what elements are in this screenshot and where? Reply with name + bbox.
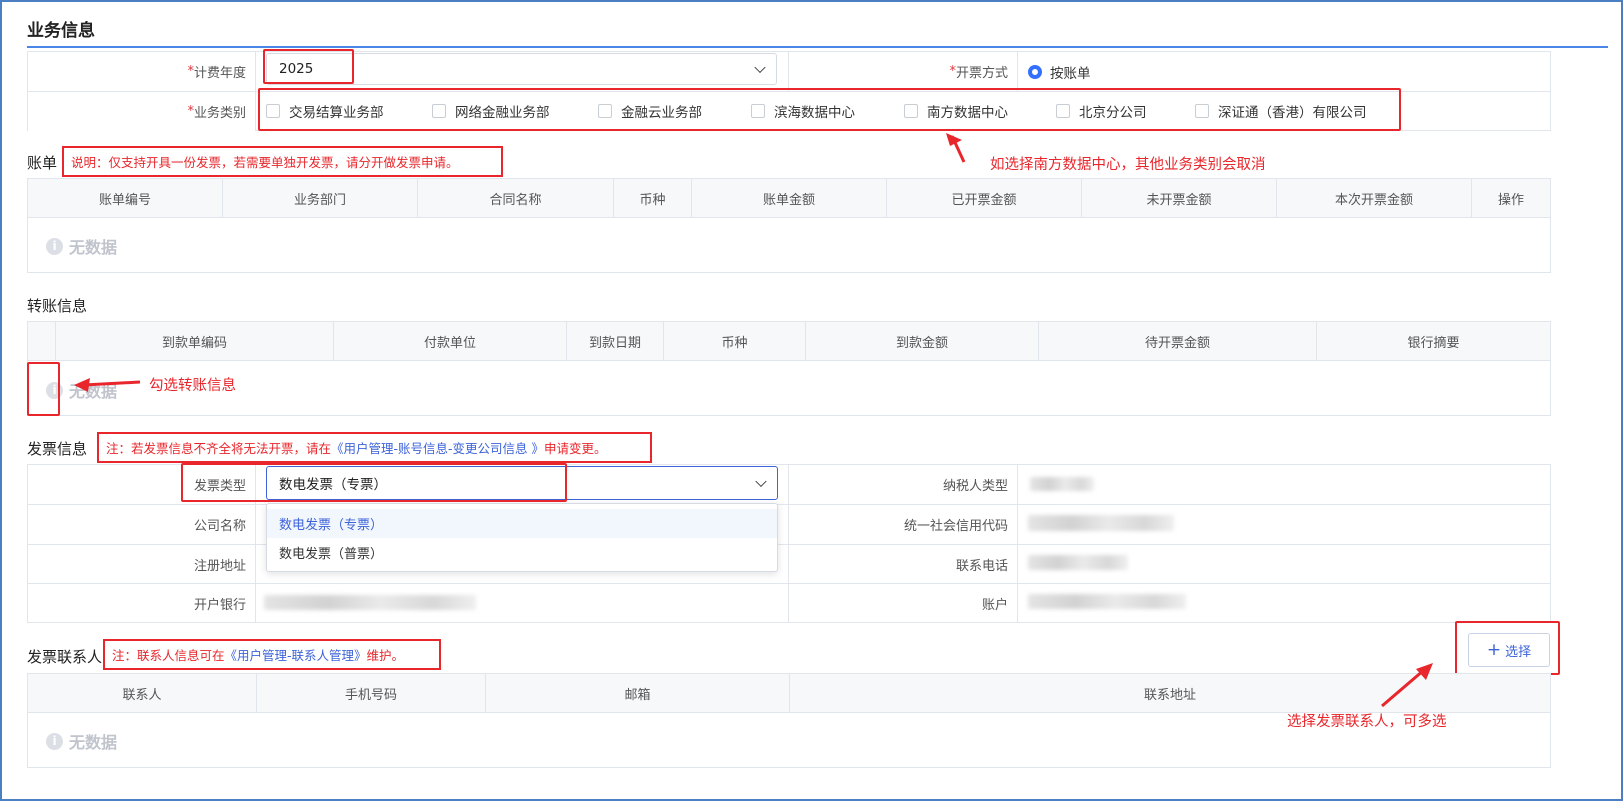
- transfer-col-2: 到款日期: [567, 322, 664, 360]
- company-label: 公司名称: [193, 519, 246, 534]
- credit-code-label-cell: 统一社会信用代码: [789, 505, 1018, 545]
- bill-note: 说明：仅支持开具一份发票，若需要单独开发票，请分开做发票申请。: [62, 146, 503, 177]
- bank-value-redacted: [264, 595, 476, 610]
- account-label-cell: 账户: [789, 584, 1018, 622]
- section-title-invoice: 发票信息: [27, 440, 88, 458]
- empty-text: 无数据: [69, 238, 118, 257]
- phone-value-redacted: [1028, 555, 1128, 570]
- transfer-col-0: 到款单编码: [56, 322, 334, 360]
- invoice-type-option-special[interactable]: 数电发票（专票）: [267, 509, 777, 538]
- transfer-col-check: [28, 322, 56, 360]
- contacts-note-suffix: 维护。: [366, 648, 405, 663]
- transfer-col-6: 银行摘要: [1407, 335, 1460, 351]
- highlight-year: [263, 49, 354, 84]
- invoice-mode-cell: [1018, 52, 1551, 92]
- invoice-mode-label: 开票方式: [955, 66, 1008, 81]
- highlight-invoice-type: [181, 463, 567, 502]
- credit-code-label: 统一社会信用代码: [903, 519, 1008, 534]
- address-label-cell: 注册地址: [28, 545, 256, 584]
- invoice-mode-label-cell: * 开票方式: [789, 52, 1018, 92]
- arrow-icon: [946, 133, 966, 163]
- transfer-col-4: 到款金额: [806, 322, 1039, 360]
- invoice-type-option-general[interactable]: 数电发票（普票）: [267, 538, 777, 567]
- contacts-col-0: 联系人: [28, 674, 257, 712]
- section-title-business: 业务信息: [27, 21, 95, 41]
- annotation-transfer: 勾选转账信息: [149, 378, 236, 394]
- contacts-col-2: 邮箱: [486, 674, 790, 712]
- chevron-down-icon: [754, 61, 766, 74]
- contacts-note-prefix: 注：联系人信息可在: [112, 648, 225, 663]
- annotation-contacts: 选择发票联系人，可多选: [1287, 714, 1447, 730]
- contacts-table-header: 联系人 手机号码 邮箱 联系地址: [27, 673, 1551, 713]
- bank-label: 开户银行: [193, 597, 246, 613]
- category-label-cell: * 业务类别: [28, 92, 256, 131]
- transfer-col-3: 币种: [664, 322, 806, 360]
- info-icon: i: [46, 732, 63, 750]
- contacts-col-1: 手机号码: [257, 674, 486, 712]
- invoice-note-link[interactable]: 《用户管理-账号信息-变更公司信息 》: [331, 438, 544, 457]
- contacts-empty-state: i 无数据: [46, 729, 117, 753]
- bill-table-body: [27, 218, 1551, 273]
- invoice-note-suffix: 申请变更。: [544, 441, 607, 456]
- arrow-icon: [1381, 663, 1433, 708]
- phone-label-cell: 联系电话: [789, 545, 1018, 584]
- taxpayer-value-cell: [1018, 465, 1551, 505]
- invoice-note: 注：若发票信息不齐全将无法开票，请在 《用户管理-账号信息-变更公司信息 》申请变…: [97, 432, 652, 463]
- highlight-transfer-check[interactable]: [27, 362, 60, 416]
- account-value-redacted: [1028, 594, 1186, 609]
- phone-label: 联系电话: [955, 558, 1008, 574]
- company-label-cell: 公司名称: [28, 505, 256, 545]
- bill-col-5: 已开票金额: [887, 179, 1082, 217]
- chevron-down-icon: [755, 475, 767, 488]
- empty-text: 无数据: [69, 733, 118, 752]
- contacts-note-link[interactable]: 《用户管理-联系人管理》: [225, 645, 367, 664]
- taxpayer-value-redacted: [1030, 477, 1094, 491]
- bill-col-6: 未开票金额: [1082, 179, 1277, 217]
- bill-empty-state: i 无数据: [46, 234, 117, 258]
- taxpayer-label-cell: 纳税人类型: [789, 465, 1018, 505]
- bill-col-4: 账单金额: [692, 179, 887, 217]
- address-label: 注册地址: [193, 558, 246, 574]
- invoice-type-dropdown: 数电发票（专票） 数电发票（普票）: [266, 503, 778, 572]
- bill-col-7: 本次开票金额: [1277, 179, 1472, 217]
- transfer-col-5: 待开票金额: [1039, 322, 1317, 360]
- bill-col-0: 账单编号: [28, 179, 223, 217]
- highlight-categories: [258, 88, 1401, 131]
- bill-note-text: 说明：仅支持开具一份发票，若需要单独开发票，请分开做发票申请。: [71, 155, 459, 170]
- section-title-transfer: 转账信息: [27, 297, 88, 315]
- bill-col-8: 操作: [1497, 192, 1524, 208]
- section-title-contacts: 发票联系人: [27, 648, 103, 666]
- contacts-col-3: 联系地址: [1143, 687, 1196, 703]
- transfer-table-body: [27, 361, 1551, 416]
- annotation-south-datacenter: 如选择南方数据中心，其他业务类别会取消: [990, 157, 1266, 173]
- info-icon: i: [46, 237, 63, 255]
- highlight-select-button: [1455, 621, 1560, 675]
- bill-col-1: 业务部门: [223, 179, 418, 217]
- year-label: 计费年度: [193, 66, 246, 81]
- account-label: 账户: [981, 597, 1008, 613]
- radio-checked-icon: [1028, 65, 1042, 79]
- title-underline: [27, 46, 1608, 48]
- taxpayer-label: 纳税人类型: [942, 479, 1008, 494]
- bill-col-3: 币种: [614, 179, 692, 217]
- category-label: 业务类别: [193, 106, 246, 121]
- year-label-cell: * 计费年度: [28, 52, 256, 92]
- bill-table-header: 账单编号 业务部门 合同名称 币种 账单金额 已开票金额 未开票金额 本次开票金…: [27, 178, 1551, 218]
- bill-col-2: 合同名称: [418, 179, 614, 217]
- invoice-note-prefix: 注：若发票信息不齐全将无法开票，请在: [106, 441, 332, 456]
- transfer-col-1: 付款单位: [334, 322, 567, 360]
- arrow-icon: [74, 378, 141, 392]
- bank-label-cell: 开户银行: [28, 584, 256, 622]
- section-title-bill: 账单: [27, 154, 58, 172]
- invoice-mode-radio[interactable]: 按账单: [1028, 62, 1091, 82]
- contacts-note: 注：联系人信息可在 《用户管理-联系人管理》 维护。: [103, 639, 441, 670]
- invoice-mode-value: 按账单: [1050, 66, 1091, 82]
- credit-code-value-redacted: [1028, 515, 1174, 531]
- transfer-table-header: 到款单编码 付款单位 到款日期 币种 到款金额 待开票金额 银行摘要: [27, 321, 1551, 361]
